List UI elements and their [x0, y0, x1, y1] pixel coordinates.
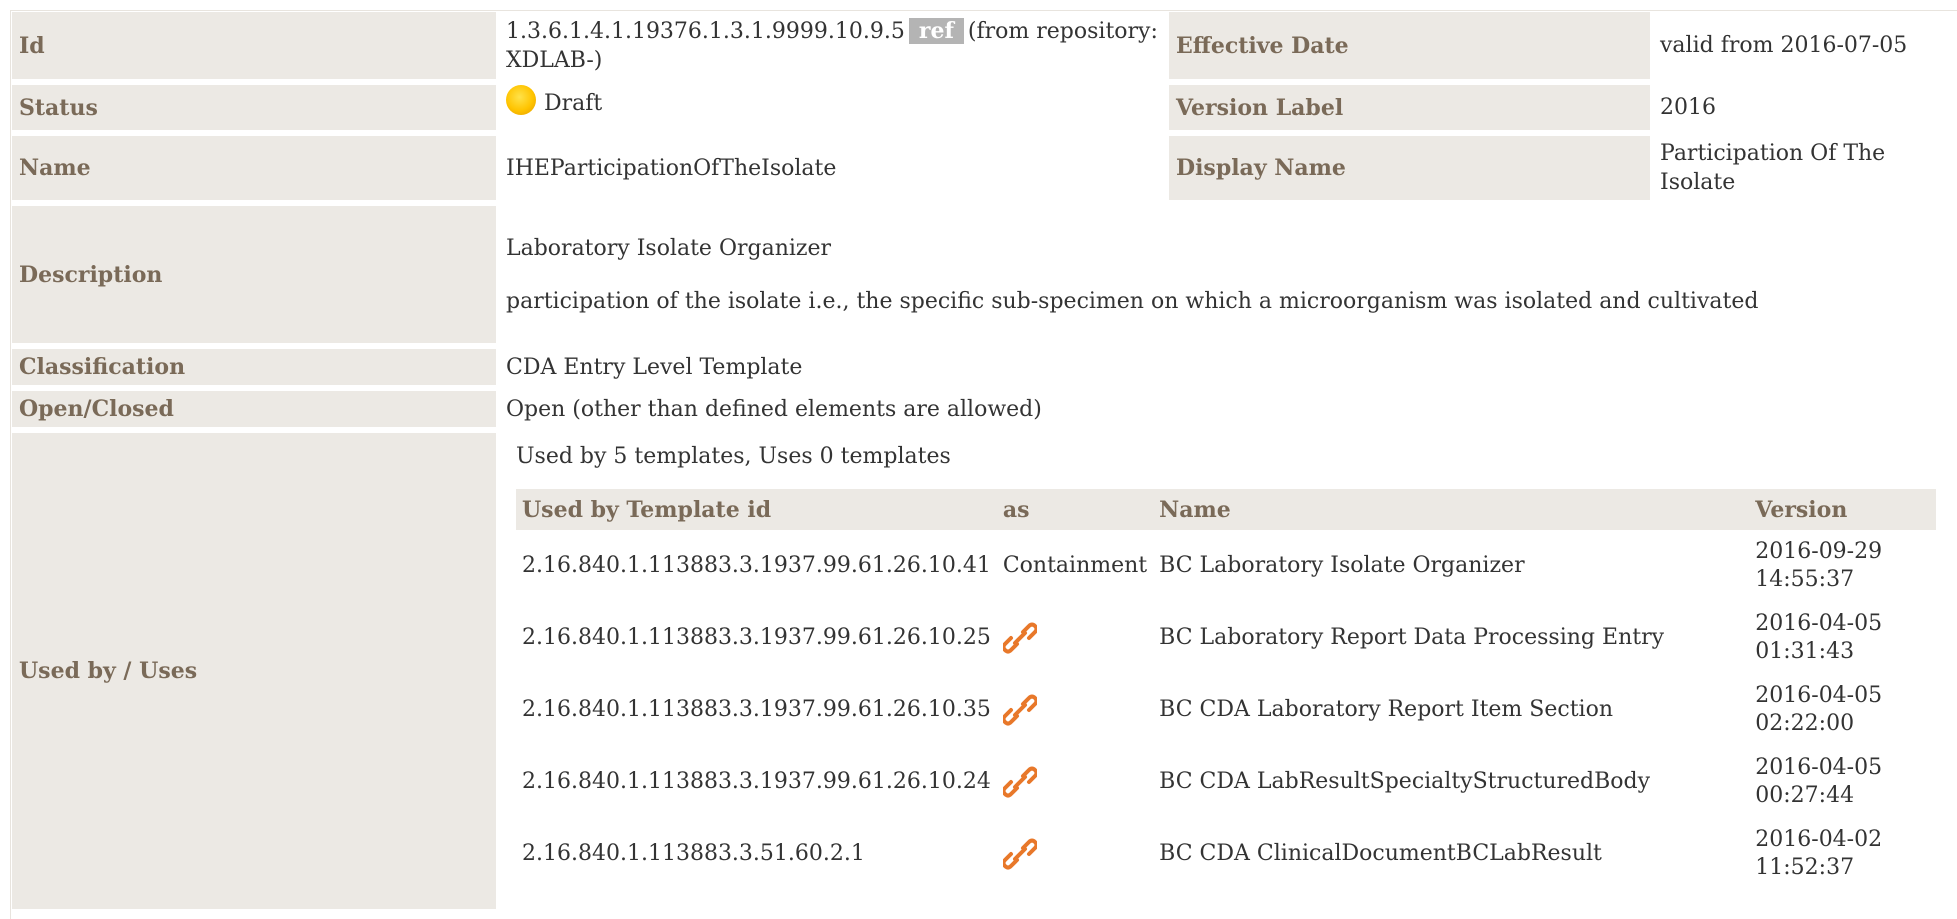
template-id-cell[interactable]: 2.16.840.1.113883.3.1937.99.61.26.10.41: [516, 530, 997, 602]
template-name-cell[interactable]: BC CDA ClinicalDocumentBCLabResult: [1153, 818, 1749, 890]
value-used-by: Used by 5 templates, Uses 0 templates Us…: [496, 433, 1945, 909]
label-status: Status: [12, 85, 496, 130]
label-used-by: Used by / Uses: [12, 433, 496, 909]
version-time: 14:55:37: [1755, 567, 1855, 592]
value-name: IHEParticipationOfTheIsolate: [506, 155, 837, 181]
draft-status-icon: [506, 84, 536, 115]
version-date: 2016-04-02: [1755, 827, 1883, 852]
template-properties-table: Id 1.3.6.1.4.1.19376.1.3.1.9999.10.9.5 re…: [12, 6, 1945, 915]
value-classification: CDA Entry Level Template: [506, 354, 803, 380]
row-id: Id 1.3.6.1.4.1.19376.1.3.1.9999.10.9.5 re…: [12, 12, 1945, 79]
table-row[interactable]: 2.16.840.1.113883.3.51.60.2.1 BC CDA Cli…: [516, 818, 1936, 890]
template-name-cell[interactable]: BC CDA LabResultSpecialtyStructuredBody: [1153, 746, 1749, 818]
label-display-name: Display Name: [1169, 136, 1650, 200]
as-cell: [997, 602, 1153, 674]
version-date: 2016-09-29: [1755, 539, 1883, 564]
ref-badge[interactable]: ref: [908, 17, 964, 44]
as-cell: [997, 674, 1153, 746]
table-row[interactable]: 2.16.840.1.113883.3.1937.99.61.26.10.24 …: [516, 746, 1936, 818]
version-time: 11:52:37: [1755, 855, 1855, 880]
row-description: Description Laboratory Isolate Organizer…: [12, 206, 1945, 343]
as-cell: [997, 746, 1153, 818]
version-cell: 2016-09-29 14:55:37: [1749, 530, 1936, 602]
value-id: 1.3.6.1.4.1.19376.1.3.1.9999.10.9.5 ref (f…: [496, 12, 1169, 79]
display-name-line1: Participation Of The: [1660, 141, 1886, 166]
header-name: Name: [1153, 489, 1750, 530]
description-title: Laboratory Isolate Organizer: [506, 235, 832, 261]
table-row[interactable]: 2.16.840.1.113883.3.1937.99.61.26.10.25 …: [516, 602, 1936, 674]
header-template-id: Used by Template id: [516, 489, 997, 530]
repository-name: XDLAB-): [506, 47, 603, 73]
row-used-by: Used by / Uses Used by 5 templates, Uses…: [12, 433, 1945, 909]
template-name-cell[interactable]: BC Laboratory Report Data Processing Ent…: [1153, 602, 1749, 674]
label-name: Name: [12, 136, 496, 200]
value-open-closed: Open (other than defined elements are al…: [506, 396, 1042, 422]
version-cell: 2016-04-05 01:31:43: [1749, 602, 1936, 674]
template-name-cell[interactable]: BC Laboratory Isolate Organizer: [1153, 530, 1749, 602]
version-time: 02:22:00: [1755, 711, 1855, 736]
link-icon[interactable]: [1002, 765, 1037, 799]
table-row[interactable]: 2.16.840.1.113883.3.1937.99.61.26.10.35 …: [516, 674, 1936, 746]
version-date: 2016-04-05: [1755, 683, 1883, 708]
row-name: Name IHEParticipationOfTheIsolate Displa…: [12, 136, 1945, 200]
value-version-label: 2016: [1660, 95, 1716, 120]
used-by-table: Used by Template id as Name Version 2.16…: [516, 489, 1936, 890]
value-display-name: Participation Of The Isolate: [1650, 136, 1945, 200]
row-classification: Classification CDA Entry Level Template: [12, 349, 1945, 385]
version-time: 01:31:43: [1755, 639, 1855, 664]
label-id: Id: [12, 12, 496, 79]
version-date: 2016-04-05: [1755, 611, 1883, 636]
as-cell: [997, 818, 1153, 890]
version-date: 2016-04-05: [1755, 755, 1883, 780]
label-open-closed: Open/Closed: [12, 391, 496, 427]
version-cell: 2016-04-02 11:52:37: [1749, 818, 1936, 890]
template-id-cell[interactable]: 2.16.840.1.113883.3.51.60.2.1: [516, 818, 997, 890]
version-cell: 2016-04-05 00:27:44: [1749, 746, 1936, 818]
label-effective-date: Effective Date: [1169, 12, 1650, 79]
repository-note: (from repository:: [967, 18, 1158, 44]
header-as: as: [996, 489, 1154, 530]
status-text: Draft: [544, 91, 603, 116]
as-cell: Containment: [1002, 553, 1148, 578]
value-description: Laboratory Isolate Organizer participati…: [496, 206, 1945, 343]
template-name-cell[interactable]: BC CDA Laboratory Report Item Section: [1153, 674, 1749, 746]
label-classification: Classification: [12, 349, 496, 385]
display-name-line2: Isolate: [1660, 170, 1736, 195]
usage-summary: Used by 5 templates, Uses 0 templates: [516, 444, 951, 469]
row-open-closed: Open/Closed Open (other than defined ele…: [12, 391, 1945, 427]
version-cell: 2016-04-05 02:22:00: [1749, 674, 1936, 746]
header-version: Version: [1749, 489, 1936, 530]
template-id-cell[interactable]: 2.16.840.1.113883.3.1937.99.61.26.10.35: [516, 674, 997, 746]
used-by-header-row: Used by Template id as Name Version: [516, 489, 1936, 530]
template-oid: 1.3.6.1.4.1.19376.1.3.1.9999.10.9.5: [506, 18, 905, 44]
template-detail-page: Id 1.3.6.1.4.1.19376.1.3.1.9999.10.9.5 re…: [0, 0, 1957, 919]
table-row[interactable]: 2.16.840.1.113883.3.1937.99.61.26.10.41 …: [516, 530, 1936, 602]
link-icon[interactable]: [1002, 837, 1037, 871]
template-id-cell[interactable]: 2.16.840.1.113883.3.1937.99.61.26.10.25: [516, 602, 997, 674]
link-icon[interactable]: [1002, 621, 1037, 655]
template-id-cell[interactable]: 2.16.840.1.113883.3.1937.99.61.26.10.24: [516, 746, 997, 818]
label-version-label: Version Label: [1169, 85, 1650, 130]
value-effective-date: valid from 2016-07-05: [1660, 33, 1908, 58]
row-status: Status Draft Version Label 2016: [12, 84, 1945, 130]
version-time: 00:27:44: [1755, 783, 1855, 808]
label-description: Description: [12, 206, 496, 343]
link-icon[interactable]: [1002, 693, 1037, 727]
value-status: Draft: [496, 84, 1169, 130]
description-text: participation of the isolate i.e., the s…: [506, 288, 1759, 314]
